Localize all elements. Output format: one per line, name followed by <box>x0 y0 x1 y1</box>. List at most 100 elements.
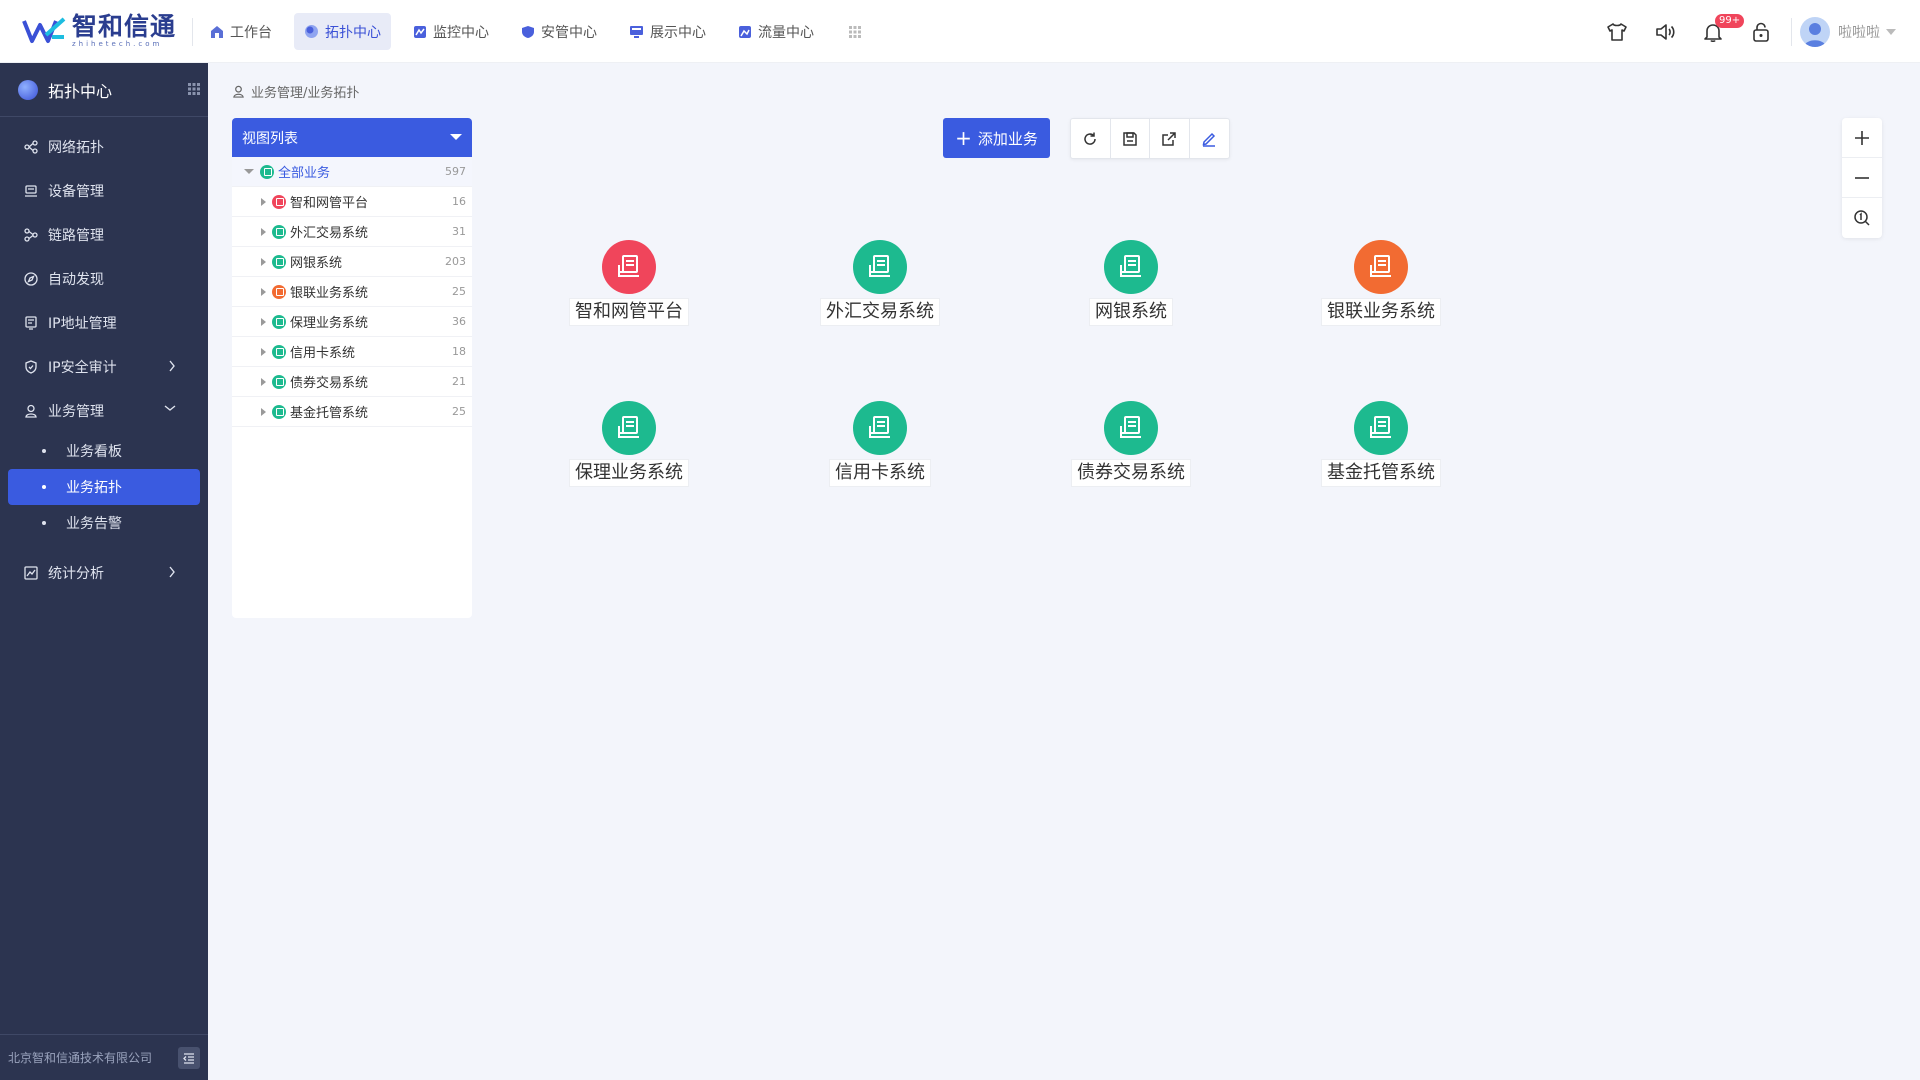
sidebar-item-ip-security-audit[interactable]: IP安全审计 <box>0 345 208 389</box>
sidebar-subitem-business-alarm[interactable]: 业务告警 <box>8 505 200 541</box>
add-business-button[interactable]: + 添加业务 <box>943 118 1050 158</box>
chevron-down-icon <box>164 405 176 411</box>
business-server-icon <box>602 401 656 455</box>
business-node-icon <box>272 344 286 359</box>
caret-right-icon[interactable] <box>261 197 266 206</box>
business-server-icon <box>853 240 907 294</box>
caret-down-icon <box>1886 28 1896 35</box>
tree-label: 基金托管系统 <box>290 406 369 421</box>
refresh-icon <box>1084 132 1097 145</box>
caret-right-icon[interactable] <box>261 227 266 236</box>
topology-node[interactable]: 网银系统 <box>1061 240 1201 326</box>
plus-icon <box>1855 130 1869 145</box>
shield-icon <box>25 360 37 374</box>
fit-view-button[interactable] <box>1842 198 1882 238</box>
caret-right-icon[interactable] <box>261 407 266 416</box>
sound-button[interactable] <box>1641 12 1689 52</box>
save-button[interactable] <box>1111 119 1150 158</box>
header-tools: 99+ 啦啦啦 <box>1593 0 1920 63</box>
topology-node[interactable]: 智和网管平台 <box>559 240 699 326</box>
sidebar-item-label: IP地址管理 <box>48 316 117 332</box>
avatar <box>1800 16 1830 47</box>
caret-right-icon[interactable] <box>261 287 266 296</box>
logo-mark-icon <box>22 15 66 47</box>
topology-node[interactable]: 基金托管系统 <box>1311 401 1451 487</box>
nav-security-center[interactable]: 安管中心 <box>511 13 607 50</box>
add-business-label: 添加业务 <box>977 129 1038 148</box>
theme-button[interactable] <box>1593 12 1641 52</box>
topology-node[interactable]: 保理业务系统 <box>559 401 699 487</box>
user-menu[interactable]: 啦啦啦 <box>1800 16 1920 47</box>
export-button[interactable] <box>1150 119 1190 158</box>
breadcrumb-text: 业务管理/业务拓扑 <box>251 86 360 101</box>
logo[interactable]: 智和信通 zhihetech.com <box>22 13 176 49</box>
sidebar-item-ip-address[interactable]: IP地址管理 <box>0 301 208 345</box>
grid-icon <box>848 25 861 38</box>
sidebar-subitem-business-topology[interactable]: 业务拓扑 <box>8 469 200 505</box>
sidebar-item-business-management[interactable]: 业务管理 <box>0 389 208 433</box>
nav-display-center[interactable]: 展示中心 <box>619 13 716 50</box>
logo-name: 智和信通 <box>72 12 177 41</box>
nav-label: 安管中心 <box>541 24 597 41</box>
caret-down-icon[interactable] <box>244 169 254 174</box>
nav-label: 监控中心 <box>433 24 489 41</box>
display-icon <box>630 25 643 38</box>
zoom-out-button[interactable] <box>1842 158 1882 198</box>
caret-right-icon[interactable] <box>261 347 266 356</box>
tree-row[interactable]: 外汇交易系统 31 <box>232 217 472 247</box>
topology-node[interactable]: 外汇交易系统 <box>810 240 950 326</box>
pencil-icon <box>1202 132 1216 147</box>
refresh-button[interactable] <box>1071 119 1111 158</box>
node-label: 智和网管平台 <box>569 298 689 326</box>
sidebar-subitem-business-board[interactable]: 业务看板 <box>8 433 200 469</box>
business-icon <box>25 404 37 418</box>
sidebar-item-network-topology[interactable]: 网络拓扑 <box>0 125 208 169</box>
tree-row[interactable]: 信用卡系统 18 <box>232 337 472 367</box>
tree-root[interactable]: 全部业务 597 <box>232 157 472 187</box>
notification-button[interactable]: 99+ <box>1689 12 1745 52</box>
tree-row[interactable]: 基金托管系统 25 <box>232 397 472 427</box>
sidebar-item-label: 链路管理 <box>48 228 104 244</box>
tree-row[interactable]: 网银系统 203 <box>232 247 472 277</box>
topology-node[interactable]: 债券交易系统 <box>1061 401 1201 487</box>
nav-label: 工作台 <box>230 24 272 41</box>
tree-row[interactable]: 银联业务系统 25 <box>232 277 472 307</box>
apps-grid-button[interactable] <box>836 13 873 50</box>
nav-label: 流量中心 <box>758 24 814 41</box>
collapse-sidebar-button[interactable] <box>178 1047 200 1069</box>
node-label: 银联业务系统 <box>1321 298 1441 326</box>
export-icon <box>1162 131 1176 146</box>
tree-row[interactable]: 智和网管平台 16 <box>232 187 472 217</box>
view-list-dropdown[interactable]: 视图列表 <box>232 118 472 157</box>
lock-button[interactable] <box>1737 12 1785 52</box>
sidebar-item-device-management[interactable]: 设备管理 <box>0 169 208 213</box>
sidebar-item-statistics[interactable]: 统计分析 <box>0 551 208 595</box>
business-node-icon <box>272 314 286 329</box>
tree-label: 保理业务系统 <box>290 316 369 331</box>
caret-right-icon[interactable] <box>261 317 266 326</box>
nav-traffic-center[interactable]: 流量中心 <box>728 13 824 50</box>
grid-icon[interactable] <box>188 83 200 95</box>
topology-node[interactable]: 信用卡系统 <box>810 401 950 487</box>
topology-toolbar <box>1070 118 1230 159</box>
nav-monitor-center[interactable]: 监控中心 <box>403 13 499 50</box>
sidebar-subitem-label: 业务拓扑 <box>66 480 122 496</box>
nav-workbench[interactable]: 工作台 <box>200 13 282 50</box>
tree-count: 31 <box>452 225 466 238</box>
caret-right-icon[interactable] <box>261 257 266 266</box>
business-server-icon <box>1104 240 1158 294</box>
topology-node[interactable]: 银联业务系统 <box>1311 240 1451 326</box>
tree-row[interactable]: 债券交易系统 21 <box>232 367 472 397</box>
save-icon <box>1123 131 1137 146</box>
tree-row[interactable]: 保理业务系统 36 <box>232 307 472 337</box>
caret-right-icon[interactable] <box>261 377 266 386</box>
business-node-icon <box>272 404 286 419</box>
sidebar-item-label: 设备管理 <box>48 184 104 200</box>
nav-topology-center[interactable]: 拓扑中心 <box>294 13 391 50</box>
zoom-in-button[interactable] <box>1842 118 1882 158</box>
caret-down-icon <box>450 134 462 140</box>
sidebar-item-auto-discovery[interactable]: 自动发现 <box>0 257 208 301</box>
tree-count: 597 <box>445 165 466 178</box>
sidebar-item-link-management[interactable]: 链路管理 <box>0 213 208 257</box>
edit-button[interactable] <box>1190 119 1229 158</box>
